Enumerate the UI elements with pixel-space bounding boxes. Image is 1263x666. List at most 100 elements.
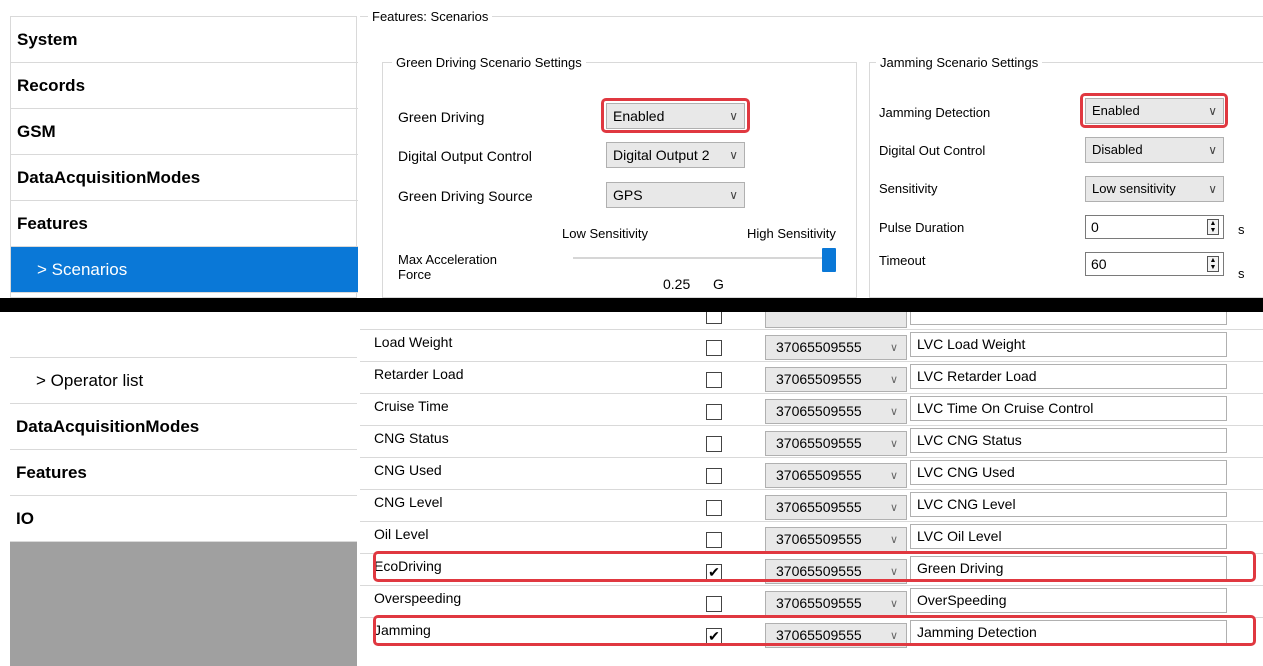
phone-number-value: 37065509555 — [776, 339, 862, 355]
event-checkbox[interactable] — [706, 500, 722, 516]
chevron-down-icon: ∨ — [889, 374, 898, 386]
high-sensitivity-label: High Sensitivity — [747, 226, 836, 241]
phone-number-select[interactable]: 37065509555 ∨ — [765, 335, 907, 360]
event-checkbox[interactable] — [706, 468, 722, 484]
event-text-input[interactable]: LVC CNG Level — [910, 492, 1227, 517]
sidebar-item[interactable]: Features — [10, 450, 357, 496]
sidebar-item[interactable]: > Scenarios — [11, 247, 358, 293]
pulse-duration-value: 0 — [1091, 219, 1099, 235]
phone-number-value: 37065509555 — [776, 467, 862, 483]
sidebar-item[interactable]: DataAcquisitionModes — [10, 404, 357, 450]
chevron-down-icon: ∨ — [889, 502, 898, 514]
table-row: Overspeeding 37065509555 ∨ OverSpeeding — [360, 585, 1263, 617]
phone-number-value: 37065509555 — [776, 531, 862, 547]
highlight-box — [601, 98, 750, 133]
event-text-input[interactable]: LVC Time On Cruise Control — [910, 396, 1227, 421]
event-text-input[interactable]: LVC Retarder Load — [910, 364, 1227, 389]
sensitivity-label: Sensitivity — [879, 181, 938, 196]
sidebar-item[interactable]: > Operator list — [10, 358, 357, 404]
timeout-value: 60 — [1091, 256, 1107, 272]
sidebar-item[interactable]: System — [11, 17, 358, 63]
event-name: CNG Used — [374, 462, 442, 478]
phone-number-value: 37065509555 — [776, 371, 862, 387]
table-row: Retarder Load 37065509555 ∨ LVC Retarder Lo… — [360, 361, 1263, 393]
event-name: CNG Level — [374, 494, 443, 510]
chevron-down-icon: ∨ — [889, 598, 898, 610]
event-text-input[interactable]: LVC CNG Used — [910, 460, 1227, 485]
sidebar-item[interactable]: > SMS Events — [10, 312, 357, 358]
checkbox[interactable] — [706, 312, 722, 324]
chevron-down-icon: ∨ — [729, 148, 738, 162]
spinner-arrows-icon[interactable]: ▲ ▼ — [1207, 256, 1219, 272]
phone-number-select[interactable]: 37065509555 ∨ — [765, 399, 907, 424]
sidebar-top: System Records GSM DataAcquisitionModes Feat… — [10, 16, 358, 298]
event-checkbox[interactable] — [706, 436, 722, 452]
pulse-duration-spinner[interactable]: 0 ▲ ▼ — [1085, 215, 1224, 239]
highlight-box — [373, 551, 1256, 582]
event-text-input[interactable]: LVC CNG Status — [910, 428, 1227, 453]
event-name: Retarder Load — [374, 366, 464, 382]
phone-number-select[interactable]: 37065509555 ∨ — [765, 367, 907, 392]
event-name: Load Weight — [374, 334, 453, 350]
green-driving-source-label: Green Driving Source — [398, 188, 533, 204]
max-acceleration-label-1: Max Acceleration — [398, 252, 497, 267]
sidebar-item[interactable]: Records — [11, 63, 358, 109]
event-name: Cruise Time — [374, 398, 449, 414]
sidebar-item[interactable]: IO — [10, 496, 357, 542]
event-text-input[interactable]: LVC Oil Level — [910, 524, 1227, 549]
jamming-detection-label: Jamming Detection — [879, 105, 991, 120]
chevron-down-icon: ∨ — [889, 470, 898, 482]
event-checkbox[interactable] — [706, 340, 722, 356]
digital-out-control-label: Digital Out Control — [879, 143, 986, 158]
event-checkbox[interactable] — [706, 532, 722, 548]
timeout-label: Timeout — [879, 253, 926, 268]
event-checkbox[interactable] — [706, 372, 722, 388]
jamming-group-title: Jamming Scenario Settings — [876, 55, 1043, 70]
event-name: CNG Status — [374, 430, 449, 446]
phone-number-select[interactable]: 37065509555 ∨ — [765, 591, 907, 616]
sidebar-item[interactable]: GSM — [11, 109, 358, 155]
max-acceleration-value: 0.25 — [663, 276, 691, 292]
features-group-title: Features: Scenarios — [368, 9, 493, 24]
event-name: Oil Level — [374, 526, 429, 542]
sms-events-table: Load Weight 37065509555 ∨ LVC Load Weight Re… — [360, 312, 1263, 666]
event-checkbox[interactable] — [706, 404, 722, 420]
phone-number-select[interactable]: 37065509555 ∨ — [765, 527, 907, 552]
max-acceleration-slider-thumb[interactable] — [822, 248, 836, 272]
phone-number-select[interactable]: 37065509555 ∨ — [765, 431, 907, 456]
event-text-input[interactable] — [910, 312, 1227, 325]
event-text-input[interactable]: LVC Load Weight — [910, 332, 1227, 357]
spinner-arrows-icon[interactable]: ▲ ▼ — [1207, 219, 1219, 235]
digital-output-select[interactable]: Digital Output 2 ∨ — [606, 142, 745, 168]
phone-number-value: 37065509555 — [776, 595, 862, 611]
table-row: CNG Used 37065509555 ∨ LVC CNG Used — [360, 457, 1263, 489]
phone-number-select[interactable]: 37065509555 ∨ — [765, 495, 907, 520]
table-row: Cruise Time 37065509555 ∨ LVC Time On Cruis… — [360, 393, 1263, 425]
chevron-down-icon: ∨ — [889, 438, 898, 450]
pulse-duration-unit: s — [1238, 222, 1245, 237]
app-root: System Records GSM DataAcquisitionModes Feat… — [0, 0, 1263, 666]
sidebar-item[interactable]: Features — [11, 201, 358, 247]
event-text-input[interactable]: OverSpeeding — [910, 588, 1227, 613]
event-name: Overspeeding — [374, 590, 462, 606]
timeout-spinner[interactable]: 60 ▲ ▼ — [1085, 252, 1224, 276]
phone-number-select[interactable] — [765, 312, 907, 328]
table-row: CNG Status 37065509555 ∨ LVC CNG Status — [360, 425, 1263, 457]
pulse-duration-label: Pulse Duration — [879, 220, 965, 235]
chevron-down-icon: ∨ — [889, 342, 898, 354]
chevron-down-icon: ∨ — [729, 188, 738, 202]
phone-number-select[interactable]: 37065509555 ∨ — [765, 463, 907, 488]
table-row-partial — [360, 312, 1263, 329]
event-checkbox[interactable] — [706, 596, 722, 612]
sensitivity-select[interactable]: Low sensitivity ∨ — [1085, 176, 1224, 202]
table-row: Load Weight 37065509555 ∨ LVC Load Weight — [360, 329, 1263, 361]
green-driving-group-title: Green Driving Scenario Settings — [392, 55, 586, 70]
digital-out-control-select[interactable]: Disabled ∨ — [1085, 137, 1224, 163]
green-driving-label: Green Driving — [398, 109, 485, 125]
green-driving-source-select[interactable]: GPS ∨ — [606, 182, 745, 208]
sidebar-item[interactable]: DataAcquisitionModes — [11, 155, 358, 201]
phone-number-value: 37065509555 — [776, 435, 862, 451]
chevron-down-icon: ∨ — [889, 406, 898, 418]
max-acceleration-slider-track[interactable] — [573, 257, 836, 259]
screenshot-divider — [0, 298, 1263, 312]
